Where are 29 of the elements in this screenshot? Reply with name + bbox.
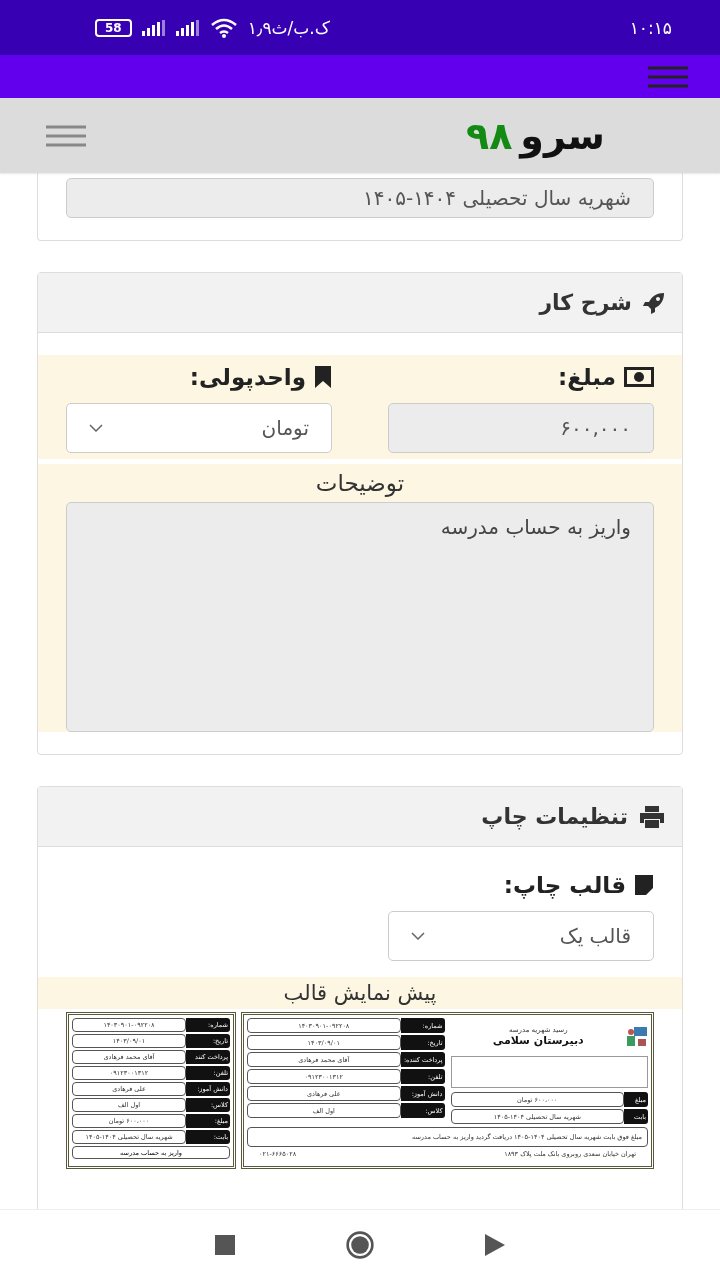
clock: ۱۰:۱۵ (629, 17, 672, 38)
field-label: واحدپولی: (189, 364, 306, 390)
app-logo: سرو ۹۸ (465, 113, 605, 158)
field-label: مبلغ: (558, 364, 616, 390)
signal-icon (141, 19, 166, 36)
bookmark-icon (314, 365, 332, 389)
home-button[interactable] (345, 1230, 375, 1260)
printer-icon (638, 804, 666, 829)
notes-field[interactable]: واریز به حساب مدرسه (66, 502, 654, 732)
network-speed: ۱٫۹ک.ب/ث (247, 17, 330, 38)
battery-indicator: 58 (95, 18, 132, 37)
card-title: تنظیمات چاپ (481, 804, 628, 829)
field-label: قالب چاپ: (503, 872, 626, 898)
menu-icon[interactable] (46, 123, 86, 148)
school-name: دبیرستان سلامی (492, 1033, 584, 1047)
field-label: توضیحات (314, 470, 406, 496)
input-field[interactable]: شهریه سال تحصیلی ۱۴۰۴-۱۴۰۵ (66, 178, 654, 218)
money-icon (624, 367, 654, 387)
currency-select[interactable]: تومان (66, 403, 332, 453)
amount-field[interactable]: ۶۰۰,۰۰۰ (388, 403, 654, 453)
rocket-icon (642, 290, 666, 315)
card-title: شرح کار (539, 290, 632, 315)
template-select[interactable]: قالب یک (388, 911, 654, 961)
signal-icon (175, 19, 200, 36)
note-icon (634, 874, 654, 896)
chevron-down-icon (411, 932, 425, 940)
chevron-down-icon (89, 424, 103, 432)
wifi-icon (209, 17, 238, 38)
preview-label: پیش نمایش قالب (283, 981, 437, 1005)
